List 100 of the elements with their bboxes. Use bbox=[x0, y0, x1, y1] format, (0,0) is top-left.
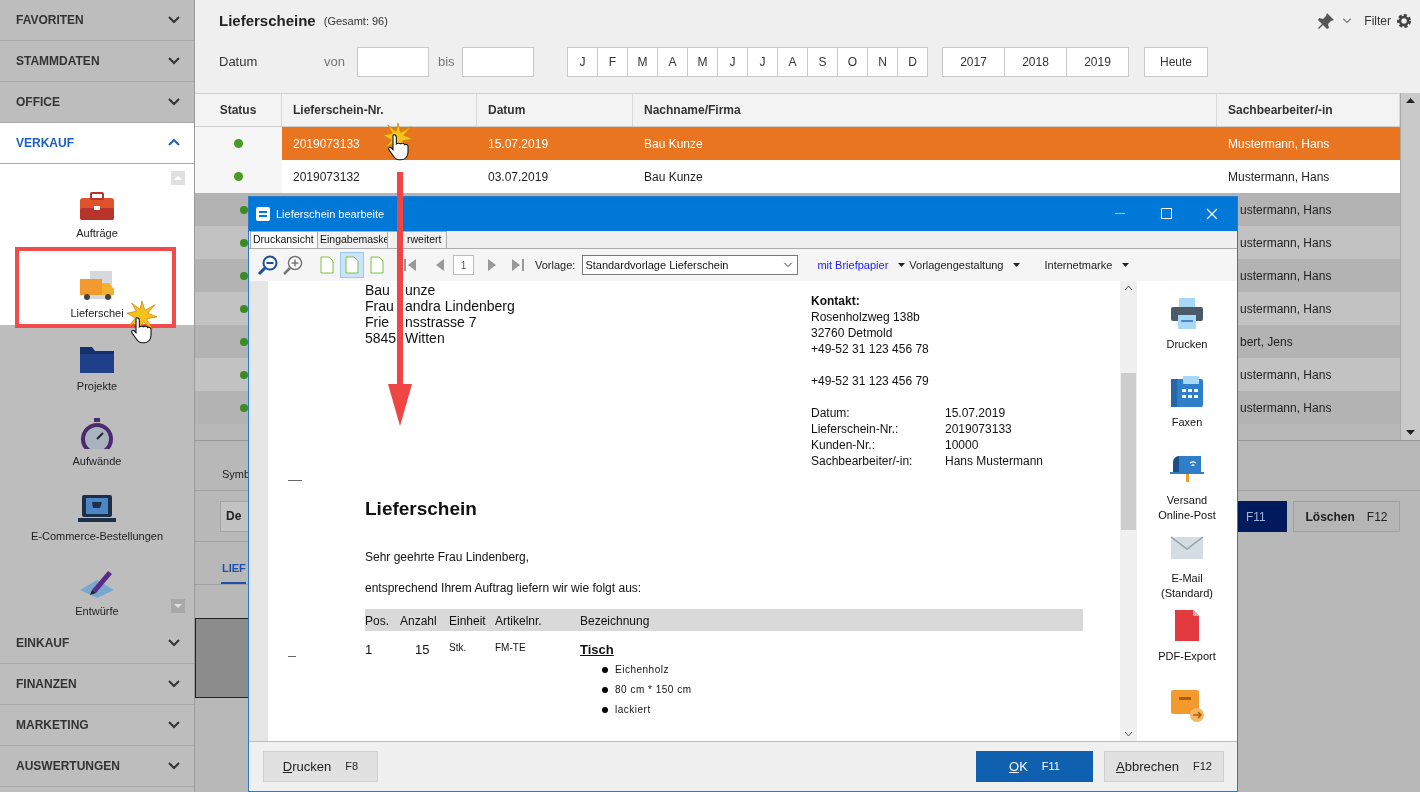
to-label: bis bbox=[438, 53, 456, 72]
month-button[interactable]: M bbox=[627, 47, 658, 77]
address-line: Frau bbox=[365, 298, 394, 314]
table-cell-text: ustermann, Hans bbox=[1239, 267, 1333, 285]
delivery-truck-icon bbox=[78, 269, 116, 301]
table-cell-text: 2019073133 bbox=[293, 135, 360, 153]
date-from-field[interactable] bbox=[357, 47, 429, 77]
month-button[interactable]: A bbox=[777, 47, 808, 77]
table-cell-text: 1 bbox=[365, 640, 374, 659]
contact-line: 32760 Detmold bbox=[811, 325, 894, 341]
month-button[interactable]: J bbox=[717, 47, 748, 77]
scrollbar[interactable] bbox=[1400, 93, 1420, 440]
table-row[interactable]: 2019073132 03.07.2019 Bau Kunze Mustermann, Hans bbox=[195, 160, 1400, 193]
tab[interactable]: Druckansicht bbox=[250, 231, 318, 248]
settings-icon[interactable] bbox=[1396, 13, 1412, 29]
column-header[interactable]: Status bbox=[195, 94, 282, 126]
month-button[interactable]: O bbox=[837, 47, 868, 77]
month-button[interactable]: D bbox=[897, 47, 928, 77]
action-item[interactable]: Versand Online-Post bbox=[1158, 453, 1216, 531]
dialog-button[interactable]: Abbrechen F12 bbox=[1104, 751, 1224, 782]
action-item[interactable]: Drucken bbox=[1166, 297, 1208, 375]
month-button[interactable]: J bbox=[567, 47, 598, 77]
address-line: Frie bbox=[365, 314, 390, 330]
page-view-button[interactable] bbox=[340, 252, 364, 278]
column-header: Einheit bbox=[449, 612, 487, 630]
chevron-down-icon[interactable] bbox=[1342, 18, 1353, 24]
column-header[interactable]: Nachname/Firma bbox=[633, 94, 1217, 126]
total-count: (Gesamt: 96) bbox=[323, 13, 388, 29]
address-line: 5845 bbox=[365, 330, 397, 346]
window-title: Lieferschein bearbeite bbox=[276, 206, 385, 222]
caret-down-icon[interactable] bbox=[1013, 263, 1021, 267]
scroll-up-icon[interactable] bbox=[171, 171, 185, 185]
month-button[interactable]: N bbox=[867, 47, 898, 77]
caret-down-icon[interactable] bbox=[898, 263, 906, 267]
fact-label: Lieferschein-Nr.: bbox=[811, 421, 900, 437]
menu-button[interactable]: Vorlagengestaltung bbox=[909, 256, 1004, 274]
table-cell-text: 2019073132 bbox=[293, 168, 360, 186]
zoom-in-icon[interactable] bbox=[282, 254, 304, 276]
nav-item-label: Aufwände bbox=[72, 453, 122, 469]
action-item[interactable]: E-Mail (Standard) bbox=[1161, 531, 1213, 609]
chevron-down-icon bbox=[783, 262, 794, 268]
zoom-out-icon[interactable] bbox=[257, 254, 279, 276]
button[interactable]: De bbox=[220, 500, 248, 532]
chevron-down-icon bbox=[168, 639, 180, 647]
ok-button[interactable]: OK F11 bbox=[976, 751, 1093, 782]
address-line: nsstrasse 7 bbox=[405, 314, 477, 330]
year-button[interactable]: 2019 bbox=[1066, 47, 1129, 77]
chevron-down-icon bbox=[168, 57, 180, 65]
date-to-field[interactable] bbox=[462, 47, 534, 77]
action-item[interactable] bbox=[1169, 687, 1205, 723]
month-button[interactable]: J bbox=[747, 47, 778, 77]
scrollbar-thumb[interactable] bbox=[1121, 372, 1136, 530]
last-page-icon[interactable] bbox=[510, 256, 526, 274]
template-dropdown[interactable]: Standardvorlage Lieferschein bbox=[582, 255, 799, 275]
delete-button[interactable]: Löschen F12 bbox=[1293, 501, 1400, 532]
section-label: EINKAUF bbox=[16, 635, 70, 652]
caret-down-icon[interactable] bbox=[1122, 263, 1130, 267]
table-cell-text: Bau Kunze bbox=[644, 135, 703, 153]
today-button[interactable]: Heute bbox=[1144, 47, 1208, 77]
hand-cursor-icon bbox=[386, 133, 410, 163]
first-page-icon[interactable] bbox=[402, 256, 418, 274]
fact-value: 10000 bbox=[945, 437, 980, 453]
table-cell-text: ustermann, Hans bbox=[1239, 201, 1333, 219]
menu-button[interactable]: Internetmarke bbox=[1044, 256, 1113, 274]
section-label: FINANZEN bbox=[16, 676, 77, 693]
action-label: Drucken bbox=[1166, 337, 1208, 352]
fact-value: Hans Mustermann bbox=[945, 453, 1044, 469]
contact-title: Kontakt: bbox=[811, 293, 861, 309]
link[interactable]: mit Briefpapier bbox=[817, 256, 889, 274]
column-header[interactable]: Datum bbox=[477, 94, 633, 126]
month-button[interactable]: F bbox=[597, 47, 628, 77]
nav-item-label: Projekte bbox=[76, 378, 118, 394]
from-label: von bbox=[324, 53, 346, 72]
document-heading: Lieferschein bbox=[365, 497, 478, 521]
package-export-icon bbox=[1169, 687, 1205, 723]
action-item[interactable]: PDF-Export bbox=[1158, 609, 1216, 687]
pin-icon[interactable] bbox=[1317, 12, 1336, 30]
click-burst-icon bbox=[127, 300, 157, 332]
action-item[interactable]: Faxen bbox=[1169, 375, 1205, 453]
month-button[interactable]: S bbox=[807, 47, 838, 77]
filter-label[interactable]: Filter bbox=[1364, 12, 1391, 30]
year-button[interactable]: 2018 bbox=[1004, 47, 1067, 77]
month-button[interactable]: A bbox=[657, 47, 688, 77]
chevron-down-icon bbox=[168, 721, 180, 729]
hand-cursor-icon bbox=[129, 316, 153, 346]
year-button[interactable]: 2017 bbox=[942, 47, 1005, 77]
address-line: andra Lindenberg bbox=[405, 298, 515, 314]
dialog-button[interactable]: Drucken F8 bbox=[263, 751, 378, 782]
tab[interactable]: Eingabemaske bbox=[317, 231, 388, 248]
tab[interactable]: LIEF bbox=[221, 554, 246, 584]
scroll-down-icon[interactable] bbox=[171, 599, 185, 613]
nav-item[interactable]: Lieferschei bbox=[0, 245, 194, 325]
nav-item[interactable]: Aufträge bbox=[0, 164, 194, 245]
fact-label: Sachbearbeiter/-in: bbox=[811, 453, 914, 469]
address-line: Witten bbox=[405, 330, 445, 346]
item-detail: Eichenholz bbox=[615, 663, 669, 677]
month-button[interactable]: M bbox=[687, 47, 718, 77]
action-button[interactable]: F11 bbox=[1238, 501, 1287, 532]
page-number-field[interactable]: 1 bbox=[453, 255, 474, 275]
accordion-header[interactable]: VERKAUF bbox=[0, 123, 194, 164]
